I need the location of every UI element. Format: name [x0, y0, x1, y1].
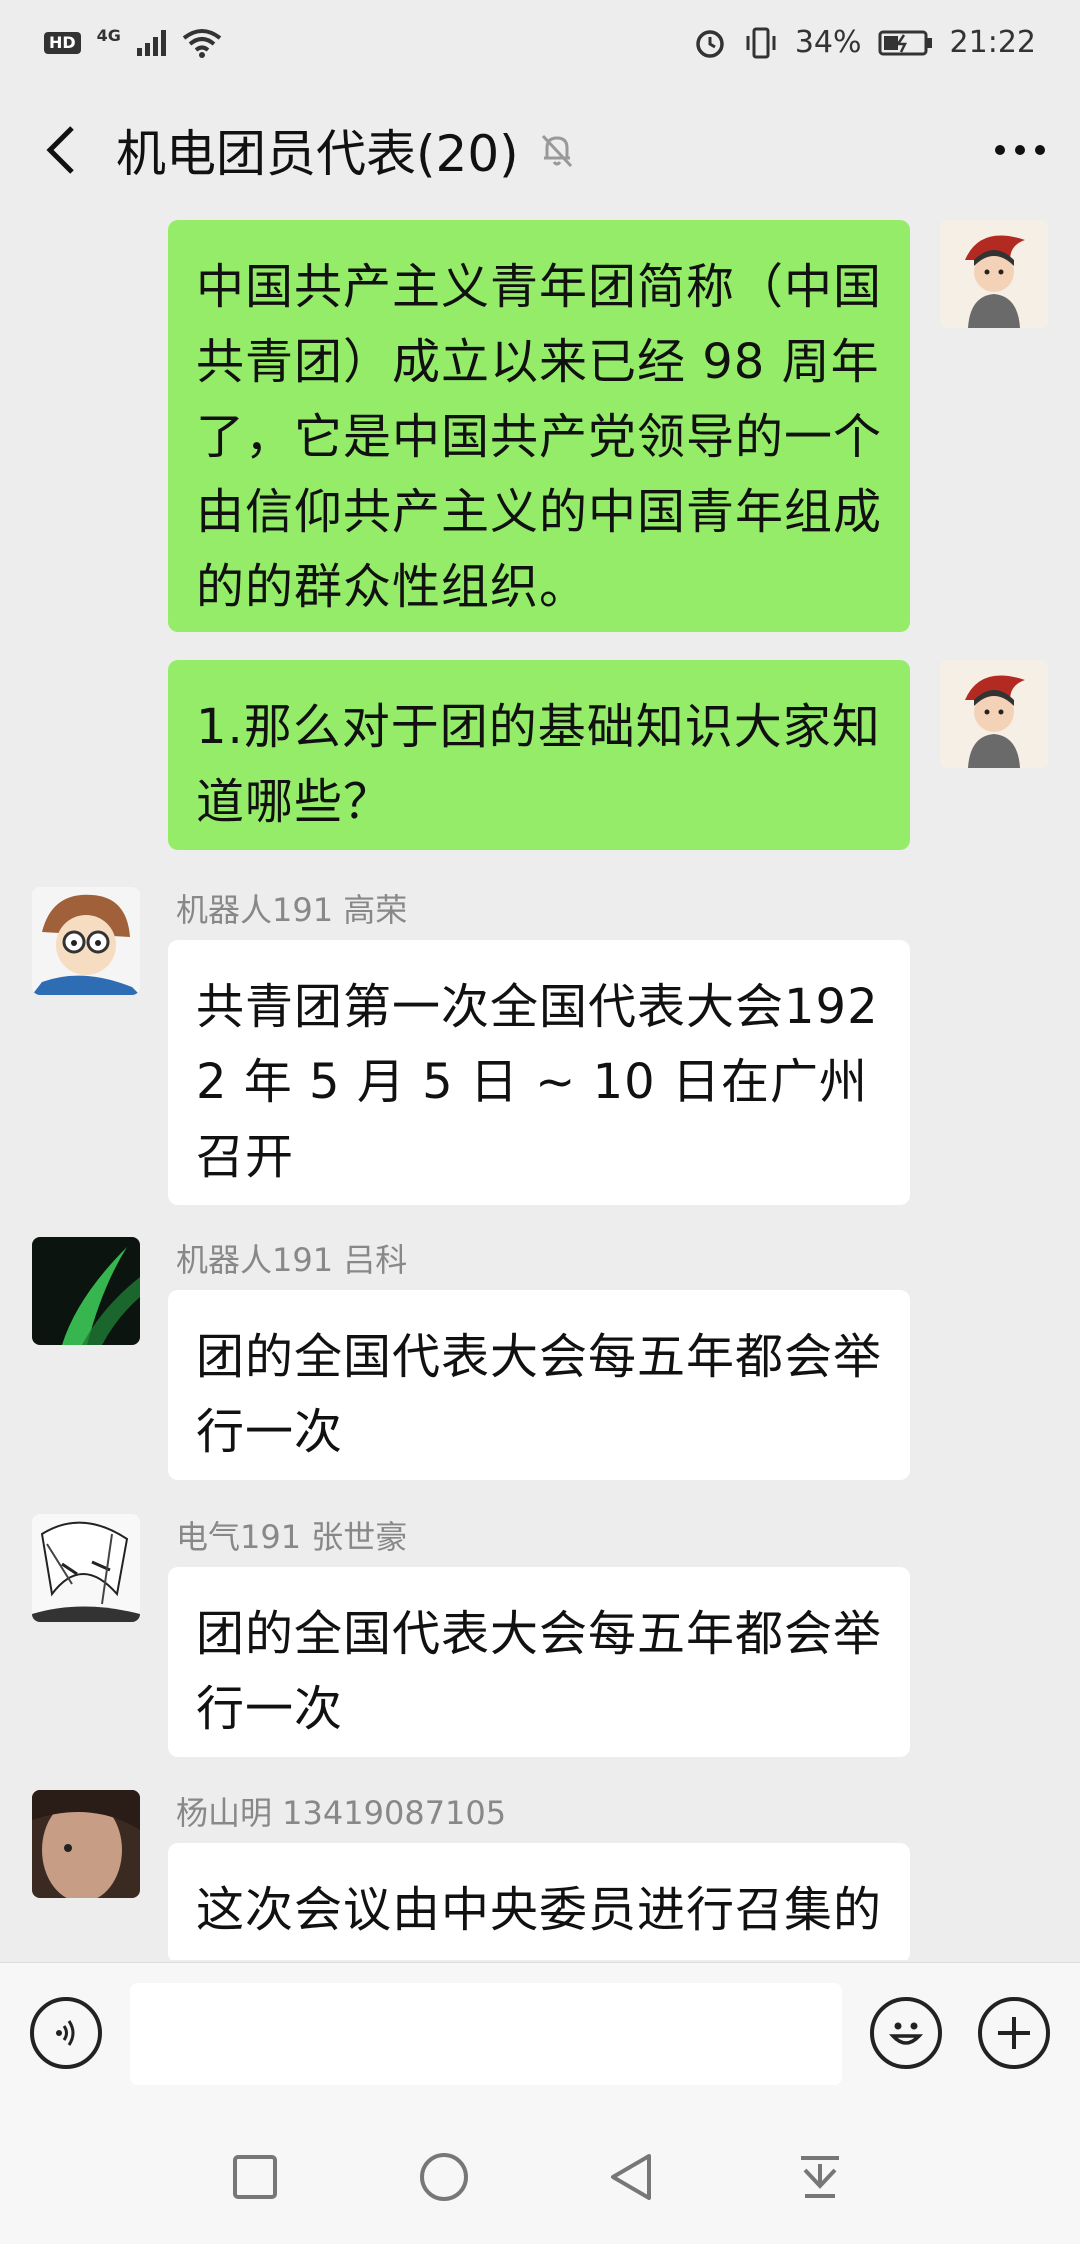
chat-title: 机电团员代表(20) [116, 125, 519, 183]
message-text: 1.那么对于团的基础知识大家知道哪些？ [196, 699, 881, 830]
avatar[interactable] [32, 1790, 140, 1898]
sender-name: 电气191 张世豪 [176, 1518, 408, 1556]
battery-icon [878, 30, 932, 55]
system-nav-bar [0, 2102, 1080, 2244]
emoji-button[interactable] [870, 1997, 942, 2069]
triangle-back-icon [611, 2154, 651, 2200]
status-bar: HD 4G 34% 21:22 [0, 0, 1080, 85]
wifi-icon [182, 28, 222, 58]
download-icon [801, 2156, 839, 2198]
message-bubble[interactable]: 团的全国代表大会每五年都会举行一次 [168, 1567, 910, 1757]
avatar[interactable] [32, 1237, 140, 1345]
emoji-icon [888, 2022, 924, 2045]
avatar-self[interactable] [940, 220, 1048, 328]
message-incoming: 杨山明 13419087105 这次会议由中央委员进行召集的 [0, 1788, 1080, 1960]
circle-icon [420, 2153, 468, 2201]
message-text: 团的全国代表大会每五年都会举行一次 [196, 1329, 883, 1460]
message-text: 共青团第一次全国代表大会1922 年 5 月 5 日 ~ 10 日在广州召开 [196, 979, 879, 1185]
voice-button[interactable] [30, 1997, 102, 2069]
back-nav-button[interactable] [602, 2147, 662, 2207]
network-label: 4G [96, 26, 121, 45]
message-text: 这次会议由中央委员进行召集的 [196, 1882, 883, 1938]
message-bubble[interactable]: 共青团第一次全国代表大会1922 年 5 月 5 日 ~ 10 日在广州召开 [168, 940, 910, 1205]
message-outgoing: 1.那么对于团的基础知识大家知道哪些？ [0, 660, 1080, 855]
avatar[interactable] [32, 1514, 140, 1622]
more-dots-icon [995, 145, 1045, 155]
bell-muted-icon [541, 134, 572, 168]
message-input[interactable] [130, 1983, 842, 2085]
message-incoming: 电气191 张世豪 团的全国代表大会每五年都会举行一次 [0, 1512, 1080, 1782]
chat-message-list[interactable]: 中国共产主义青年团简称（中国共青团）成立以来已经 98 周年了，它是中国共产党领… [0, 215, 1080, 1960]
clock: 21:22 [949, 25, 1036, 60]
signal-icon [136, 29, 166, 56]
chat-header: 机电团员代表(20) [0, 85, 1080, 215]
home-button[interactable] [414, 2147, 474, 2207]
voice-icon [56, 2020, 75, 2046]
message-text: 中国共产主义青年团简称（中国共青团）成立以来已经 98 周年了，它是中国共产党领… [196, 259, 883, 615]
square-icon [233, 2155, 277, 2199]
message-incoming: 机器人191 吕科 团的全国代表大会每五年都会举行一次 [0, 1235, 1080, 1505]
message-bubble[interactable]: 这次会议由中央委员进行召集的 [168, 1843, 910, 1960]
input-bar [0, 1962, 1080, 2103]
avatar[interactable] [32, 887, 140, 995]
sender-name: 机器人191 高荣 [176, 891, 408, 929]
plus-icon [998, 2017, 1030, 2049]
more-button[interactable] [988, 118, 1052, 182]
notification-pull-button[interactable] [790, 2147, 850, 2207]
message-bubble[interactable]: 中国共产主义青年团简称（中国共青团）成立以来已经 98 周年了，它是中国共产党领… [168, 220, 910, 632]
battery-percent: 34% [794, 25, 862, 60]
vibrate-icon [746, 27, 776, 58]
message-outgoing: 中国共产主义青年团简称（中国共青团）成立以来已经 98 周年了，它是中国共产党领… [0, 215, 1080, 635]
recent-apps-button[interactable] [225, 2147, 285, 2207]
message-bubble[interactable]: 1.那么对于团的基础知识大家知道哪些？ [168, 660, 910, 850]
sender-name: 机器人191 吕科 [176, 1241, 408, 1279]
message-text: 团的全国代表大会每五年都会举行一次 [196, 1606, 883, 1737]
message-incoming: 机器人191 高荣 共青团第一次全国代表大会1922 年 5 月 5 日 ~ 1… [0, 885, 1080, 1225]
chevron-left-icon [46, 126, 74, 174]
plus-button[interactable] [978, 1997, 1050, 2069]
avatar-self[interactable] [940, 660, 1048, 768]
alarm-icon [696, 29, 724, 58]
message-bubble[interactable]: 团的全国代表大会每五年都会举行一次 [168, 1290, 910, 1480]
back-button[interactable] [28, 118, 92, 182]
sender-name: 杨山明 13419087105 [176, 1794, 507, 1832]
hd-badge: HD [44, 31, 81, 54]
